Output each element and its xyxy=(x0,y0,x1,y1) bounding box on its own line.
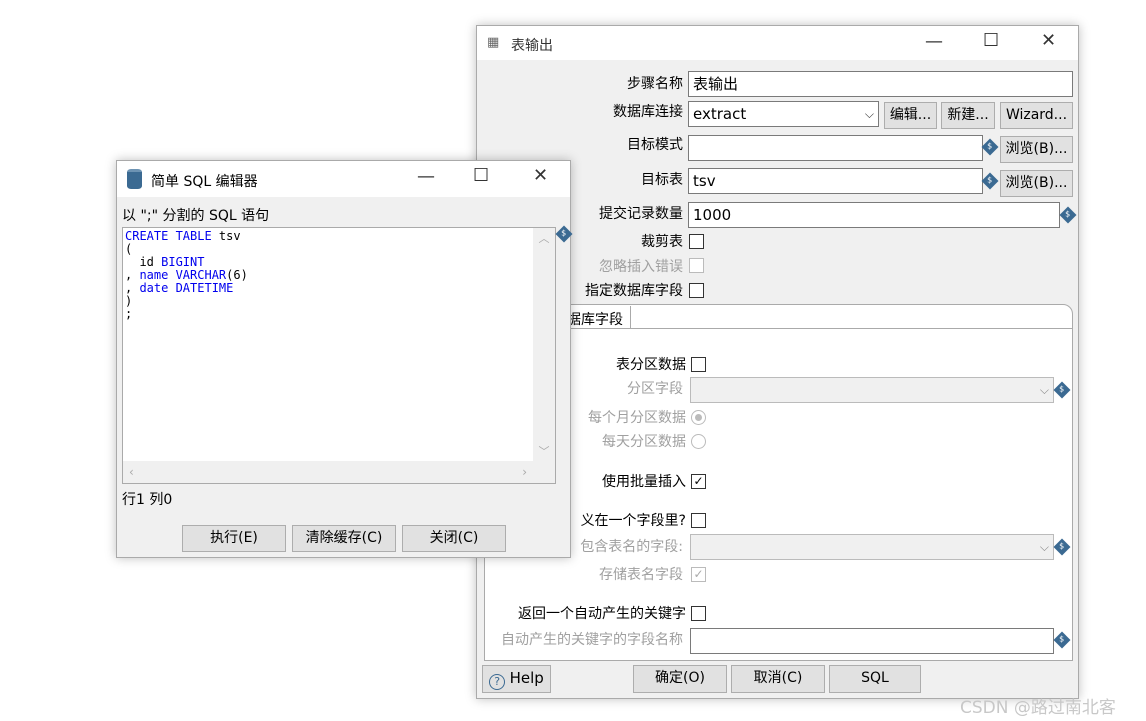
return-key-checkbox[interactable] xyxy=(691,606,706,621)
partition-label: 表分区数据 xyxy=(616,357,686,373)
sql-token: ; xyxy=(125,307,133,321)
sql-token: (6) xyxy=(226,268,248,282)
sql-token: ) xyxy=(125,294,133,308)
sql-token: CREATE TABLE xyxy=(125,229,212,243)
chevron-down-icon: ⌵ xyxy=(1039,540,1049,554)
horizontal-scrollbar[interactable]: ‹ › xyxy=(123,461,555,483)
partition-checkbox[interactable] xyxy=(691,357,706,372)
wizard-button[interactable]: Wizard... xyxy=(1000,102,1073,129)
browse-schema-button[interactable]: 浏览(B)... xyxy=(1000,136,1073,163)
target-table-input[interactable]: tsv xyxy=(688,168,983,194)
target-schema-label: 目标模式 xyxy=(627,137,683,153)
edit-connection-button[interactable]: 编辑... xyxy=(884,102,937,129)
specify-fields-label: 指定数据库字段 xyxy=(585,283,683,299)
sql-token: ( xyxy=(125,242,133,256)
ok-button[interactable]: 确定(O) xyxy=(633,665,727,693)
browse-table-button[interactable]: 浏览(B)... xyxy=(1000,170,1073,197)
table-name-in-field-label: 义在一个字段里? xyxy=(580,513,686,529)
sql-token: BIGINT xyxy=(161,255,205,269)
help-icon: ? xyxy=(489,674,506,690)
table-icon: ▦ xyxy=(487,35,500,50)
sql-token: , xyxy=(125,268,140,282)
vertical-scrollbar[interactable]: ︿ ﹀ xyxy=(533,228,555,461)
sql-statements-label: 以 ";" 分割的 SQL 语句 xyxy=(122,208,270,224)
close-button[interactable]: 关闭(C) xyxy=(402,525,506,552)
sql-token: tsv xyxy=(211,229,241,243)
table-name-in-field-checkbox[interactable] xyxy=(691,513,706,528)
batch-insert-label: 使用批量插入 xyxy=(602,474,686,490)
help-button[interactable]: ? Help xyxy=(482,665,551,693)
minimize-icon[interactable]: — xyxy=(417,166,435,187)
sql-textarea[interactable]: CREATE TABLE tsv( id BIGINT, name VARCHA… xyxy=(122,227,556,484)
target-schema-input[interactable] xyxy=(688,135,983,161)
table-name-field-select[interactable]: ⌵ xyxy=(690,534,1054,560)
sql-line: CREATE TABLE tsv xyxy=(125,230,248,243)
partition-field-label: 分区字段 xyxy=(627,381,683,397)
target-table-label: 目标表 xyxy=(641,172,683,188)
database-icon xyxy=(127,169,142,189)
sql-line: ; xyxy=(125,308,248,321)
chevron-down-icon: ⌵ xyxy=(1039,383,1049,397)
sql-code: CREATE TABLE tsv( id BIGINT, name VARCHA… xyxy=(125,230,248,321)
cursor-position-status: 行1 列0 xyxy=(122,492,173,508)
db-connection-label: 数据库连接 xyxy=(613,104,683,120)
execute-button[interactable]: 执行(E) xyxy=(182,525,286,552)
clear-cache-button[interactable]: 清除缓存(C) xyxy=(292,525,396,552)
partition-field-select[interactable]: ⌵ xyxy=(690,377,1054,403)
store-table-name-label: 存储表名字段 xyxy=(599,567,683,583)
sql-token: name VARCHAR xyxy=(139,268,227,282)
sql-button[interactable]: SQL xyxy=(829,665,921,693)
chevron-down-icon: ⌵ xyxy=(864,107,874,121)
batch-insert-checkbox[interactable]: ✓ xyxy=(691,474,706,489)
sql-token: , xyxy=(125,281,140,295)
specify-fields-checkbox[interactable] xyxy=(689,283,704,298)
ignore-errors-label: 忽略插入错误 xyxy=(599,259,683,275)
key-field-name-input[interactable] xyxy=(690,628,1054,654)
close-icon[interactable]: ✕ xyxy=(533,165,548,186)
minimize-icon[interactable]: — xyxy=(925,31,943,52)
daily-partition-radio[interactable] xyxy=(691,434,706,449)
return-key-label: 返回一个自动产生的关键字 xyxy=(518,606,686,622)
monthly-partition-radio[interactable] xyxy=(691,410,706,425)
cancel-button[interactable]: 取消(C) xyxy=(731,665,825,693)
variable-icon: $ xyxy=(555,225,573,243)
daily-partition-label: 每天分区数据 xyxy=(602,434,686,450)
step-name-label: 步骤名称 xyxy=(627,76,683,92)
db-connection-select[interactable]: extract ⌵ xyxy=(688,101,879,127)
watermark: CSDN @路过南北客 xyxy=(960,698,1116,718)
monthly-partition-label: 每个月分区数据 xyxy=(588,410,686,426)
commit-size-input[interactable]: 1000 xyxy=(688,202,1060,228)
window-title: 表输出 xyxy=(511,38,553,54)
maximize-icon[interactable]: ☐ xyxy=(983,30,999,51)
table-name-field-label: 包含表名的字段: xyxy=(580,539,683,555)
step-name-input[interactable]: 表输出 xyxy=(688,71,1073,97)
ignore-errors-checkbox[interactable] xyxy=(689,258,704,273)
truncate-label: 裁剪表 xyxy=(641,234,683,250)
close-icon[interactable]: ✕ xyxy=(1041,30,1056,51)
sql-line: , date DATETIME xyxy=(125,282,248,295)
store-table-name-checkbox[interactable]: ✓ xyxy=(691,567,706,582)
new-connection-button[interactable]: 新建... xyxy=(941,102,995,129)
truncate-checkbox[interactable] xyxy=(689,234,704,249)
sql-editor-dialog: 简单 SQL 编辑器 — ☐ ✕ 以 ";" 分割的 SQL 语句 CREATE… xyxy=(116,160,573,558)
sql-token: id xyxy=(125,255,162,269)
commit-size-label: 提交记录数量 xyxy=(599,206,683,222)
sql-token: date DATETIME xyxy=(139,281,234,295)
key-field-name-label: 自动产生的关键字的字段名称 xyxy=(501,632,683,648)
sql-line: ) xyxy=(125,295,248,308)
maximize-icon[interactable]: ☐ xyxy=(473,165,489,186)
sql-editor-title: 简单 SQL 编辑器 xyxy=(151,174,258,190)
